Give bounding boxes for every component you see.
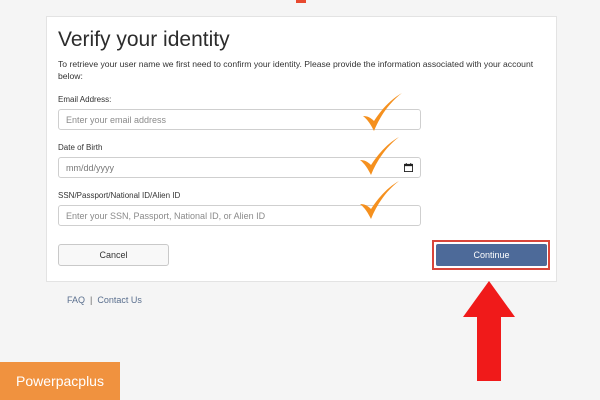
verify-identity-card: Verify your identity To retrieve your us… <box>46 16 557 282</box>
cancel-button[interactable]: Cancel <box>58 244 169 266</box>
checkmark-icon <box>363 93 402 131</box>
checkmark-icon <box>360 181 399 219</box>
contact-us-link[interactable]: Contact Us <box>97 295 142 305</box>
footer-links: FAQ | Contact Us <box>67 295 142 305</box>
faq-link[interactable]: FAQ <box>67 295 85 305</box>
calendar-icon[interactable] <box>404 163 413 172</box>
red-arrow-icon <box>463 281 515 381</box>
link-separator: | <box>90 295 93 305</box>
dob-placeholder: mm/dd/yyyy <box>66 162 115 173</box>
dob-label: Date of Birth <box>58 143 103 152</box>
continue-button[interactable]: Continue <box>436 244 547 266</box>
top-accent-bar <box>296 0 306 3</box>
id-label: SSN/Passport/National ID/Alien ID <box>58 191 181 200</box>
intro-text: To retrieve your user name we first need… <box>58 59 534 81</box>
email-label: Email Address: <box>58 95 112 104</box>
checkmark-icon <box>360 137 399 175</box>
page-title: Verify your identity <box>58 28 230 51</box>
watermark-logo: Powerpacplus <box>0 362 120 400</box>
